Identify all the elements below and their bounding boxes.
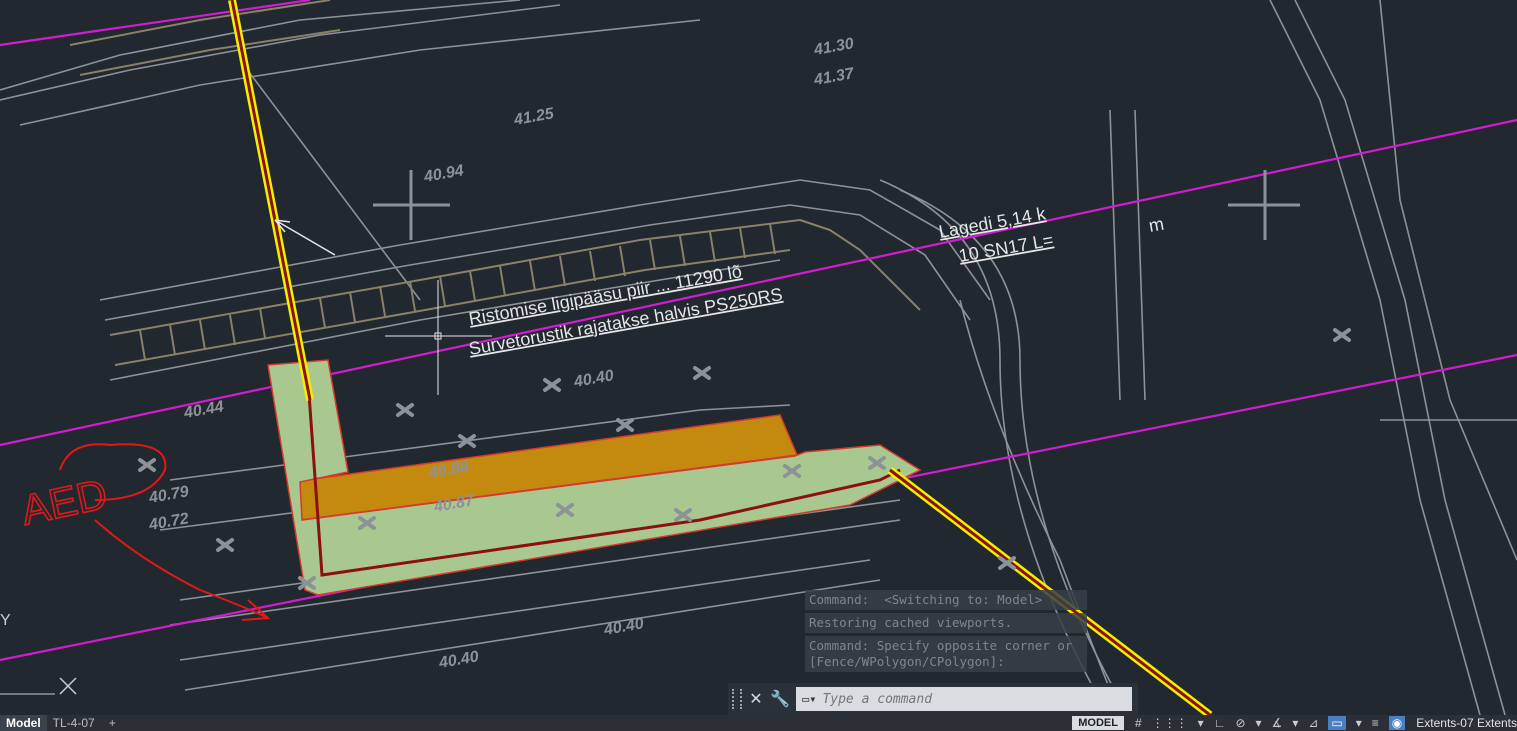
- add-layout-button[interactable]: +: [101, 716, 124, 730]
- grid-icon[interactable]: #: [1135, 716, 1142, 730]
- background-linework: [0, 0, 1517, 715]
- osnap-icon[interactable]: ⊿: [1308, 716, 1318, 730]
- elevation-label: 40.40: [437, 648, 480, 672]
- elevation-label: 40.44: [182, 398, 225, 422]
- command-input-box[interactable]: ▭▾: [796, 687, 1132, 711]
- snap-icon[interactable]: ⋮⋮⋮: [1152, 716, 1188, 730]
- elevation-label: 40.40: [602, 615, 645, 639]
- command-prompt-icon[interactable]: ▭▾: [802, 692, 816, 706]
- command-line-bar: ✕ 🔧 ▭▾: [728, 683, 1138, 715]
- polar-icon[interactable]: ⊘: [1235, 716, 1245, 730]
- status-bar: Model TL-4-07 + MODEL # ⋮⋮⋮ ▾ ∟ ⊘ ▾ ∡ ▾ …: [0, 715, 1517, 731]
- close-icon[interactable]: ✕: [746, 689, 766, 709]
- command-history-line: Command: <Switching to: Model>: [805, 590, 1087, 610]
- model-space-button[interactable]: MODEL: [1072, 716, 1124, 730]
- elevation-label: 41.30: [812, 35, 855, 59]
- elevation-label: 41.25: [512, 105, 556, 129]
- lineweight-icon[interactable]: ≡: [1372, 716, 1379, 730]
- polar-dropdown-icon[interactable]: ▾: [1256, 716, 1262, 730]
- wrench-icon[interactable]: 🔧: [770, 689, 790, 709]
- annotation-icon[interactable]: ◉: [1388, 716, 1406, 730]
- elevation-label: 40.79: [147, 483, 190, 507]
- viewport-icon[interactable]: ▭: [1328, 716, 1346, 730]
- cad-drawing-canvas[interactable]: Ristomise ligipääsu piir ... 11290 lõ Su…: [0, 0, 1517, 715]
- elevation-label: 40.94: [422, 162, 465, 186]
- tab-layout[interactable]: TL-4-07: [47, 715, 101, 731]
- tab-model[interactable]: Model: [0, 715, 47, 731]
- ortho-icon[interactable]: ∟: [1214, 716, 1226, 730]
- command-history: Command: <Switching to: Model> Restoring…: [805, 590, 1087, 675]
- magenta-guide-lines: [0, 0, 1517, 662]
- markup-text: AED: [17, 470, 111, 534]
- elevation-label: 40.72: [147, 510, 190, 534]
- isodraft-dropdown-icon[interactable]: ▾: [1292, 716, 1298, 730]
- viewport-dropdown-icon[interactable]: ▾: [1356, 716, 1362, 730]
- drawing-viewport[interactable]: Ristomise ligipääsu piir ... 11290 lõ Su…: [0, 0, 1517, 715]
- command-history-line: Restoring cached viewports.: [805, 613, 1087, 633]
- elevation-label: 41.37: [812, 65, 856, 89]
- svg-text:Y: Y: [0, 612, 11, 629]
- isodraft-icon[interactable]: ∡: [1272, 716, 1283, 730]
- command-history-line: Command: Specify opposite corner or [Fenc…: [805, 636, 1087, 672]
- annotation-line3-unit: m: [1147, 214, 1165, 236]
- elevation-label: 40.40: [572, 367, 615, 391]
- drag-handle[interactable]: [732, 689, 742, 709]
- command-input[interactable]: [820, 690, 1065, 708]
- snap-dropdown-icon[interactable]: ▾: [1198, 716, 1204, 730]
- extents-label[interactable]: Extents-07 Extents: [1416, 716, 1517, 730]
- status-toolbar: MODEL # ⋮⋮⋮ ▾ ∟ ⊘ ▾ ∡ ▾ ⊿ ▭ ▾ ≡ ◉ Extent…: [1072, 715, 1517, 731]
